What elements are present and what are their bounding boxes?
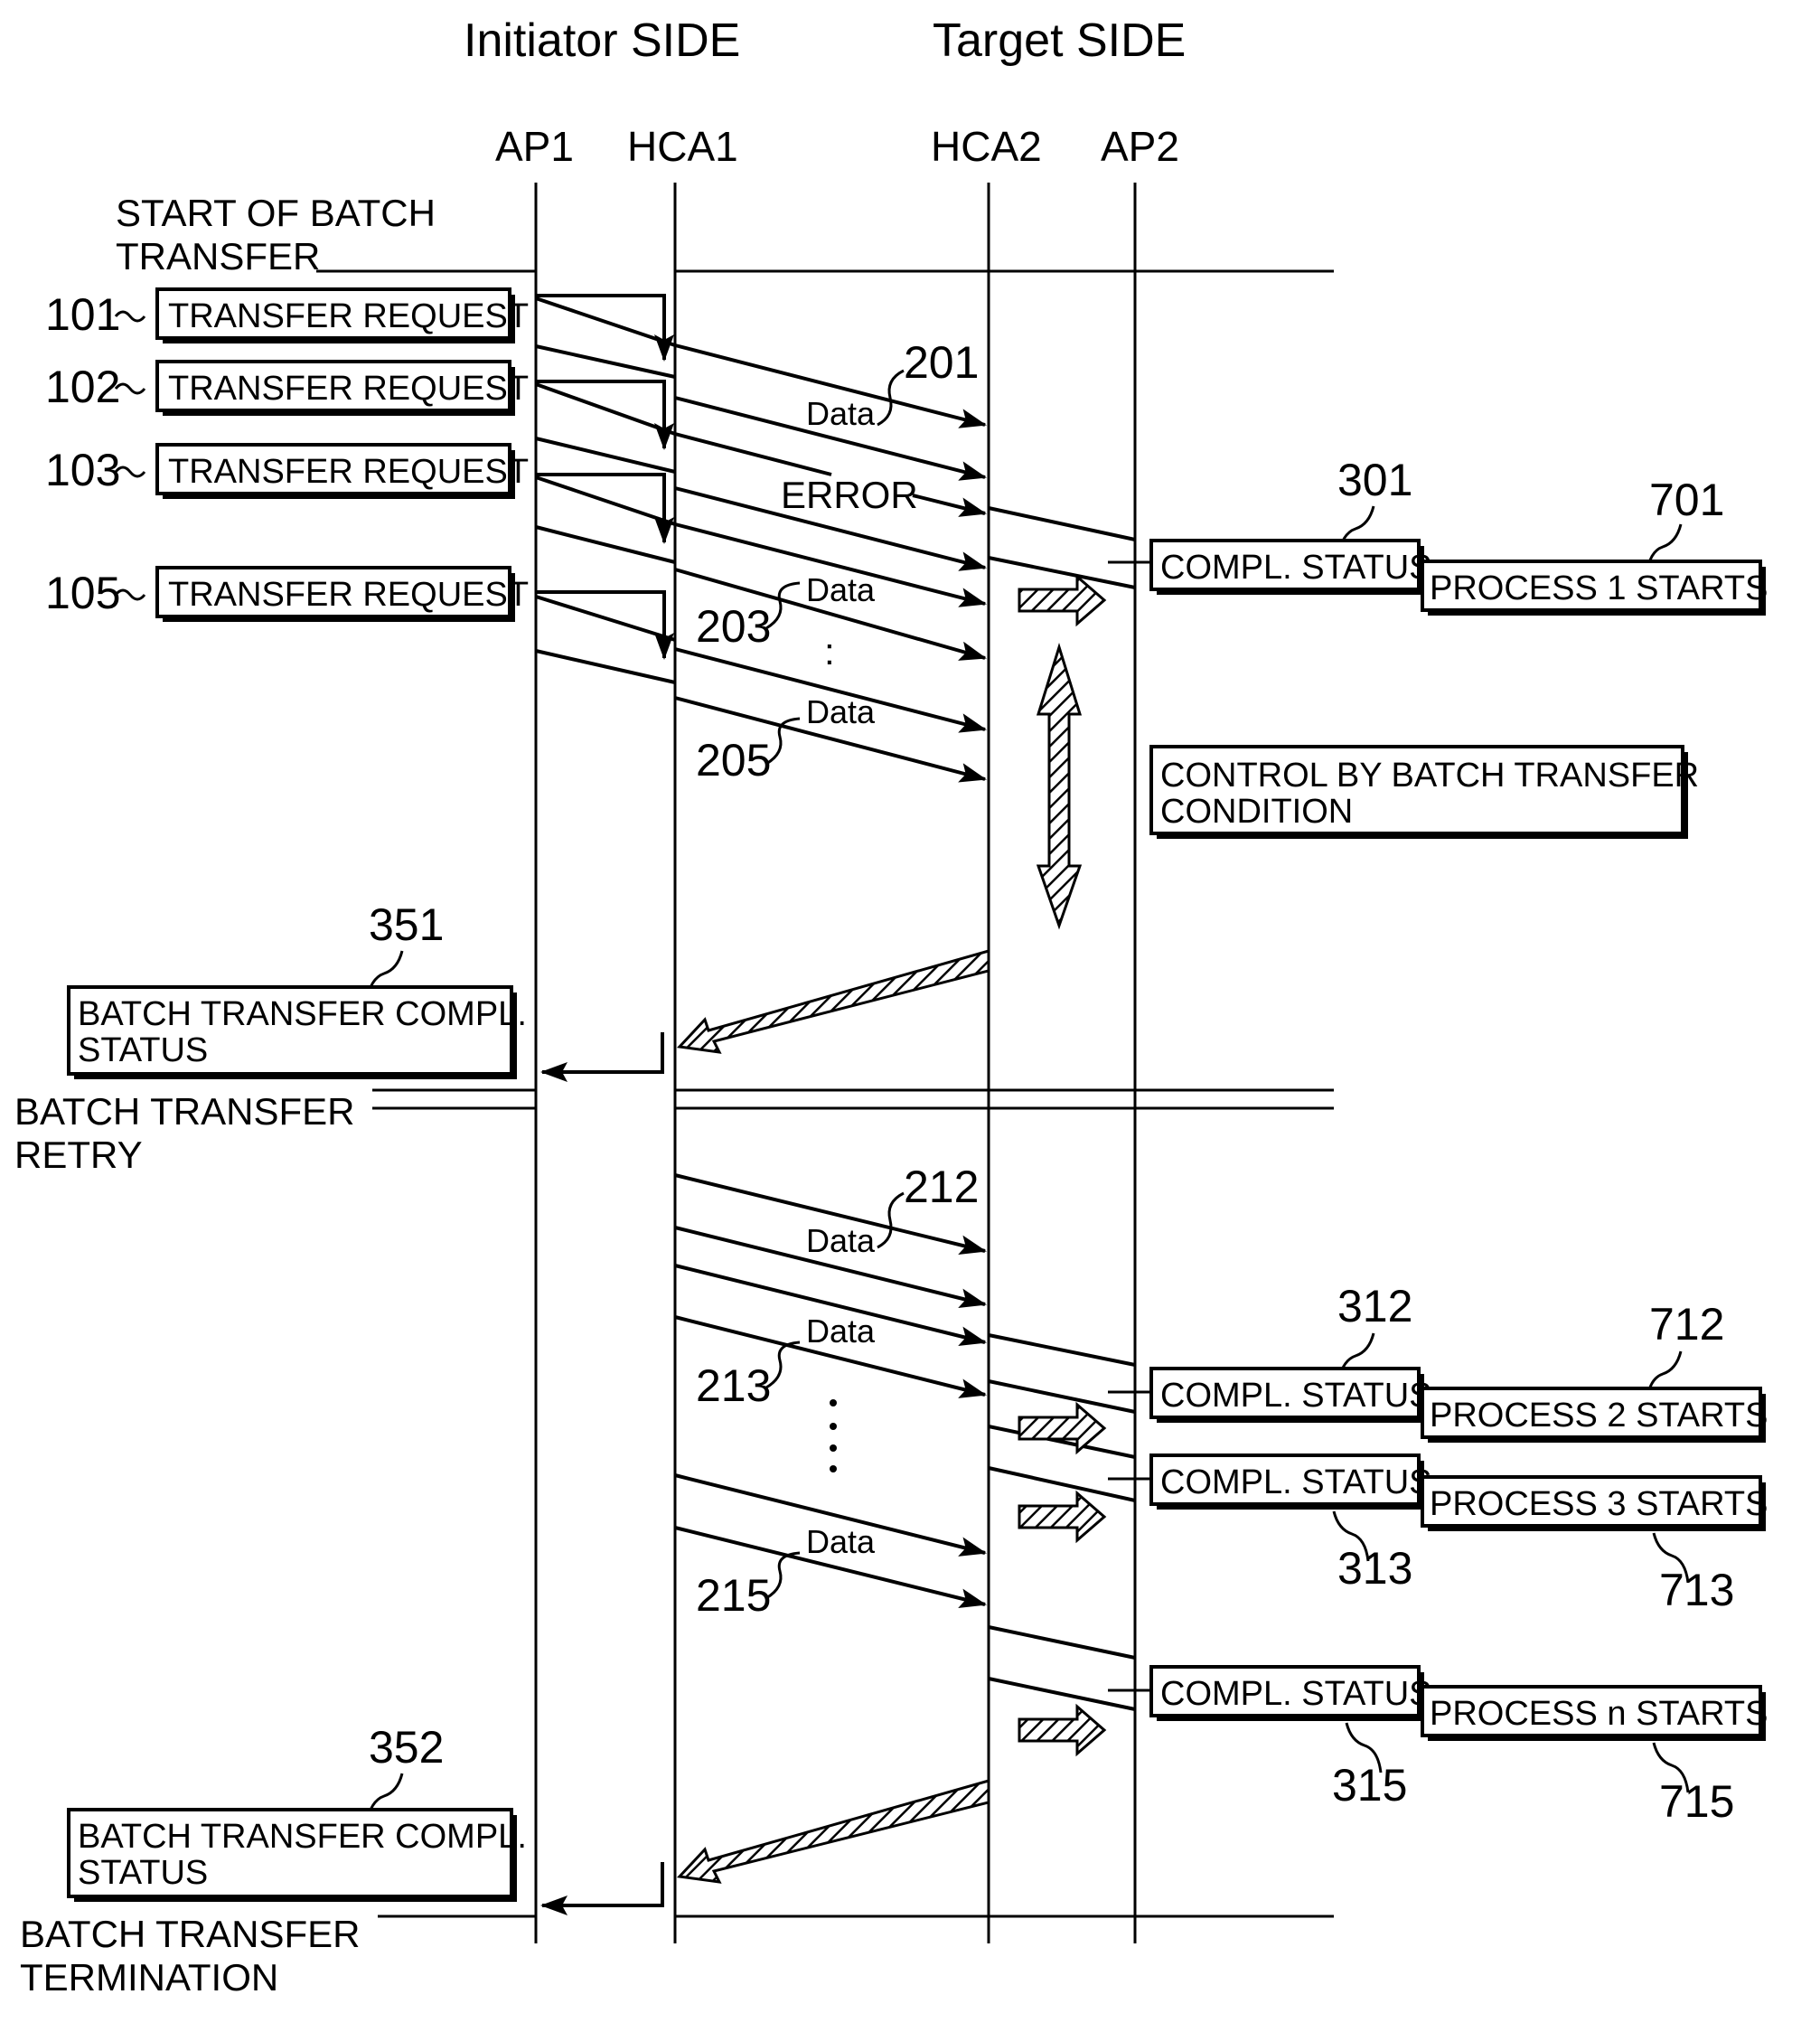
transfer-request-101: 101 TRANSFER REQUEST <box>45 287 529 343</box>
error-message <box>912 494 987 517</box>
compl-status-label: COMPL. STATUS <box>1160 549 1432 587</box>
compl-status-label: COMPL. STATUS <box>1160 1377 1432 1415</box>
compl-status-301: 301 COMPL. STATUS <box>1149 455 1432 595</box>
phase-termination-line1: BATCH TRANSFER <box>20 1913 360 1955</box>
batch-compl-line1: BATCH TRANSFER COMPL. <box>78 995 527 1033</box>
ref-203: 203 <box>696 601 771 652</box>
hatched-return-arrow <box>540 1779 990 1915</box>
error-label: ERROR <box>781 474 918 516</box>
process-n-label: PROCESS n STARTS <box>1430 1695 1768 1733</box>
hatched-right-arrow <box>1018 573 1107 627</box>
ref-312: 312 <box>1337 1281 1412 1331</box>
ref-212: 212 <box>904 1162 979 1212</box>
ref-213: 213 <box>696 1360 771 1411</box>
compl-status-label: COMPL. STATUS <box>1160 1675 1432 1713</box>
data-label: Data <box>806 693 876 730</box>
ref-205: 205 <box>696 735 771 786</box>
transfer-request-label: TRANSFER REQUEST <box>168 576 529 614</box>
transfer-request-103: 103 TRANSFER REQUEST <box>45 443 529 499</box>
hatched-right-arrow <box>1018 1703 1107 1757</box>
ellipsis: : <box>824 630 835 673</box>
phase-retry-line2: RETRY <box>14 1134 143 1176</box>
transfer-request-label: TRANSFER REQUEST <box>168 370 529 408</box>
error-message <box>674 432 832 476</box>
batch-compl-line1: BATCH TRANSFER COMPL. <box>78 1818 527 1856</box>
transfer-request-105: 105 TRANSFER REQUEST <box>45 566 529 622</box>
ref-351: 351 <box>369 899 444 950</box>
phase-start-line1: START OF BATCH <box>116 192 436 234</box>
compl-status-315: COMPL. STATUS 315 <box>1149 1665 1432 1811</box>
ref-701: 701 <box>1649 475 1724 525</box>
ref-315: 315 <box>1332 1760 1407 1811</box>
data-label: Data <box>806 571 876 608</box>
ref-105: 105 <box>45 568 120 618</box>
phase-start-line2: TRANSFER <box>116 235 320 278</box>
hatched-right-arrow <box>1018 1490 1107 1544</box>
ref-313: 313 <box>1337 1543 1412 1594</box>
batch-compl-line2: STATUS <box>78 1854 208 1892</box>
phase-termination-line2: TERMINATION <box>20 1956 278 1999</box>
ellipsis-vertical <box>830 1399 837 1472</box>
phase-retry-line1: BATCH TRANSFER <box>14 1090 354 1133</box>
compl-status-312: 312 COMPL. STATUS <box>1149 1281 1432 1423</box>
ref-102: 102 <box>45 362 120 412</box>
process-3-label: PROCESS 3 STARTS <box>1430 1485 1768 1523</box>
ref-715: 715 <box>1659 1776 1734 1827</box>
lane-label-ap2: AP2 <box>1101 123 1179 170</box>
process-3-starts: PROCESS 3 STARTS 713 <box>1421 1475 1768 1615</box>
process-n-starts: PROCESS n STARTS 715 <box>1421 1685 1768 1827</box>
lane-label-hca2: HCA2 <box>931 123 1042 170</box>
hatched-right-arrow <box>1018 1401 1107 1455</box>
ap1-to-hca1-lines <box>535 296 676 684</box>
transfer-request-102: 102 TRANSFER REQUEST <box>45 360 529 416</box>
lane-label-ap1: AP1 <box>495 123 574 170</box>
transfer-request-label: TRANSFER REQUEST <box>168 453 529 491</box>
hatched-return-arrow <box>540 949 990 1082</box>
ref-713: 713 <box>1659 1565 1734 1615</box>
lane-label-hca1: HCA1 <box>627 123 738 170</box>
ref-712: 712 <box>1649 1299 1724 1350</box>
ref-352: 352 <box>369 1722 444 1773</box>
target-side-header: Target SIDE <box>933 14 1186 67</box>
compl-status-313: COMPL. STATUS 313 <box>1149 1453 1432 1594</box>
data-label: Data <box>806 1312 876 1350</box>
data-label: Data <box>806 1523 876 1560</box>
batch-compl-status-351: 351 BATCH TRANSFER COMPL. STATUS <box>67 899 527 1079</box>
control-by-batch-transfer-condition: CONTROL BY BATCH TRANSFER CONDITION <box>1149 745 1699 839</box>
transfer-request-label: TRANSFER REQUEST <box>168 297 529 335</box>
hatched-double-arrow <box>1036 642 1083 930</box>
process-1-label: PROCESS 1 STARTS <box>1430 569 1768 607</box>
ref-301: 301 <box>1337 455 1412 505</box>
compl-status-label: COMPL. STATUS <box>1160 1463 1432 1501</box>
ref-103: 103 <box>45 445 120 495</box>
control-label-line2: CONDITION <box>1160 793 1353 831</box>
initiator-side-header: Initiator SIDE <box>464 14 740 67</box>
process-2-starts: 712 PROCESS 2 STARTS <box>1421 1299 1768 1443</box>
data-label: Data <box>806 1222 876 1259</box>
control-label-line1: CONTROL BY BATCH TRANSFER <box>1160 757 1699 795</box>
ref-101: 101 <box>45 289 120 340</box>
ref-215: 215 <box>696 1570 771 1621</box>
batch-compl-status-352: 352 BATCH TRANSFER COMPL. STATUS <box>67 1722 527 1902</box>
sequence-diagram: Initiator SIDE Target SIDE AP1 HCA1 HCA2… <box>14 14 1768 1999</box>
hca2-to-ap2-lines-1 <box>988 506 1153 589</box>
process-2-label: PROCESS 2 STARTS <box>1430 1397 1768 1435</box>
batch-compl-line2: STATUS <box>78 1031 208 1069</box>
ref-201: 201 <box>904 337 979 388</box>
process-1-starts: 701 PROCESS 1 STARTS <box>1421 475 1768 616</box>
data-label: Data <box>806 395 876 432</box>
